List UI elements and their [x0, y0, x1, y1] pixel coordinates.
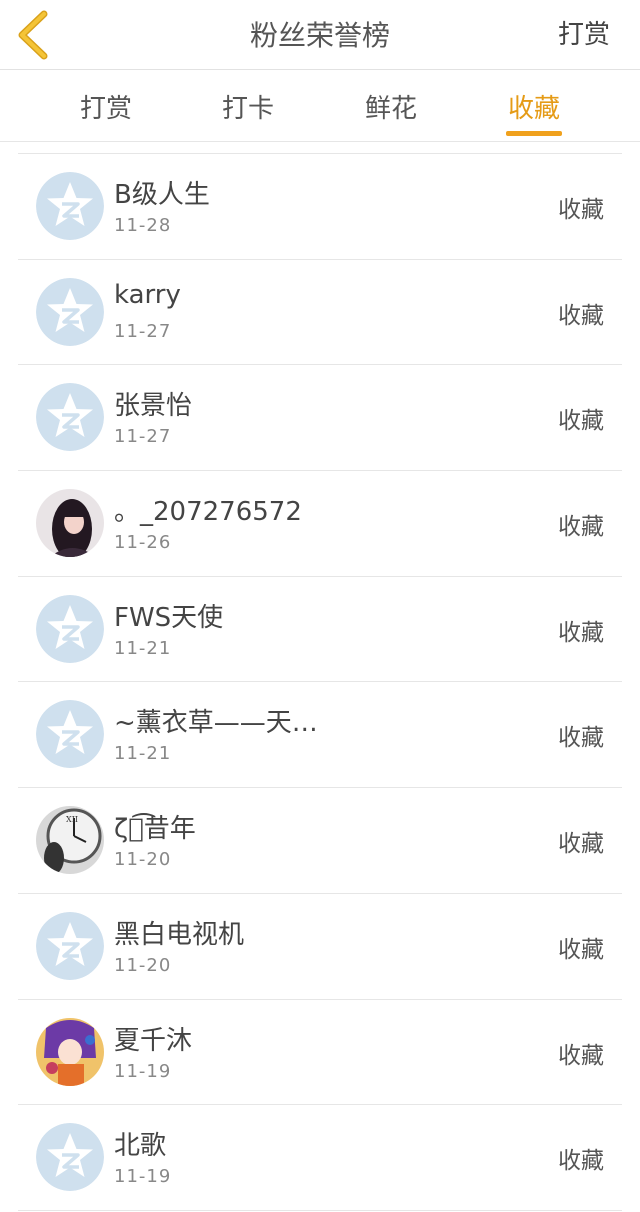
default-avatar-icon [36, 172, 104, 240]
fan-date: 11-27 [114, 426, 172, 448]
favorite-label: 收藏 [558, 1042, 604, 1069]
fan-date: 11-26 [114, 532, 172, 554]
user-avatar [36, 489, 104, 558]
fan-date: 11-19 [114, 1060, 172, 1082]
favorite-label: 收藏 [558, 1148, 604, 1175]
favorite-label: 收藏 [558, 408, 604, 435]
fan-name: 黑白电视机 [114, 919, 245, 950]
fan-row[interactable]: karry 11-27 收藏 [18, 260, 622, 366]
favorite-label: 收藏 [558, 514, 604, 541]
fan-date: 11-20 [114, 954, 172, 976]
fan-row[interactable]: 张景怡 11-27 收藏 [18, 365, 622, 472]
default-avatar-icon [36, 277, 104, 346]
page-title: 粉丝荣誉榜 [249, 19, 390, 52]
fan-list: B级人生 11-28 收藏 karry 11-27 收藏 张景怡 11-27 收藏 。_20727… [18, 153, 622, 1211]
fan-date: 11-19 [114, 1166, 172, 1188]
fan-name: 北歌 [114, 1131, 167, 1162]
fan-row[interactable]: ~薰衣草——天… 11-21 收藏 [18, 682, 622, 789]
svg-text:XII: XII [66, 815, 78, 824]
fan-date: 11-27 [114, 320, 172, 342]
fan-name: FWS天使 [114, 602, 224, 633]
top-bar: 粉丝荣誉榜 打赏 [0, 0, 640, 70]
fan-date: 11-28 [114, 215, 172, 236]
fan-row[interactable]: FWS天使 11-21 收藏 [18, 577, 622, 683]
user-avatar: XII [36, 806, 104, 875]
fan-row[interactable]: 夏千沐 11-19 收藏 [18, 1000, 622, 1106]
fan-row[interactable]: 北歌 11-19 收藏 [18, 1105, 622, 1211]
tab-checkin[interactable]: 打卡 [198, 88, 298, 125]
tab-favorites[interactable]: 收藏 [484, 88, 584, 125]
tab-reward[interactable]: 打赏 [56, 88, 156, 125]
favorite-label: 收藏 [558, 831, 604, 858]
fan-date: 11-20 [114, 849, 172, 871]
fan-name: 。_207276572 [114, 497, 302, 528]
favorite-label: 收藏 [558, 302, 604, 329]
favorite-label: 收藏 [558, 619, 604, 646]
fan-row[interactable]: XII ζั͡昔年 11-20 收藏 [18, 788, 622, 894]
favorite-label: 收藏 [558, 725, 604, 752]
user-avatar [36, 1017, 104, 1086]
fan-name: 张景怡 [114, 391, 193, 422]
favorite-label: 收藏 [558, 197, 604, 223]
fan-name: karry [114, 279, 181, 310]
favorite-label: 收藏 [558, 936, 604, 963]
fan-name: 夏千沐 [114, 1025, 193, 1056]
fan-name: ~薰衣草——天… [114, 708, 318, 739]
default-avatar-icon [36, 383, 104, 452]
fan-date: 11-21 [114, 743, 172, 765]
fan-row[interactable]: B级人生 11-28 收藏 [18, 154, 622, 260]
fan-name: B级人生 [114, 180, 210, 210]
active-tab-indicator [506, 131, 562, 136]
default-avatar-icon [36, 1123, 104, 1192]
reward-button[interactable]: 打赏 [558, 14, 610, 51]
fan-name: ζั͡昔年 [114, 814, 196, 845]
default-avatar-icon [36, 911, 104, 980]
tab-flowers[interactable]: 鲜花 [341, 88, 441, 125]
default-avatar-icon [36, 594, 104, 663]
default-avatar-icon [36, 700, 104, 769]
fan-date: 11-21 [114, 637, 172, 659]
fan-row[interactable]: 。_207276572 11-26 收藏 [18, 471, 622, 577]
fan-row[interactable]: 黑白电视机 11-20 收藏 [18, 894, 622, 1000]
